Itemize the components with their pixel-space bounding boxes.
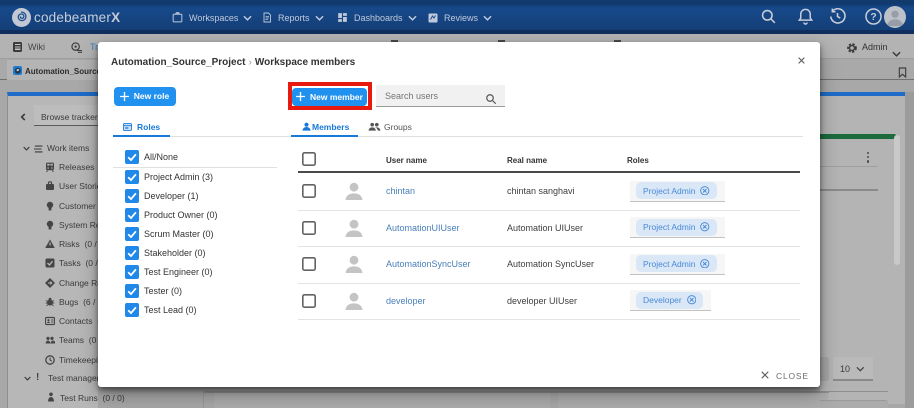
svg-text:?: ? [870, 12, 876, 23]
